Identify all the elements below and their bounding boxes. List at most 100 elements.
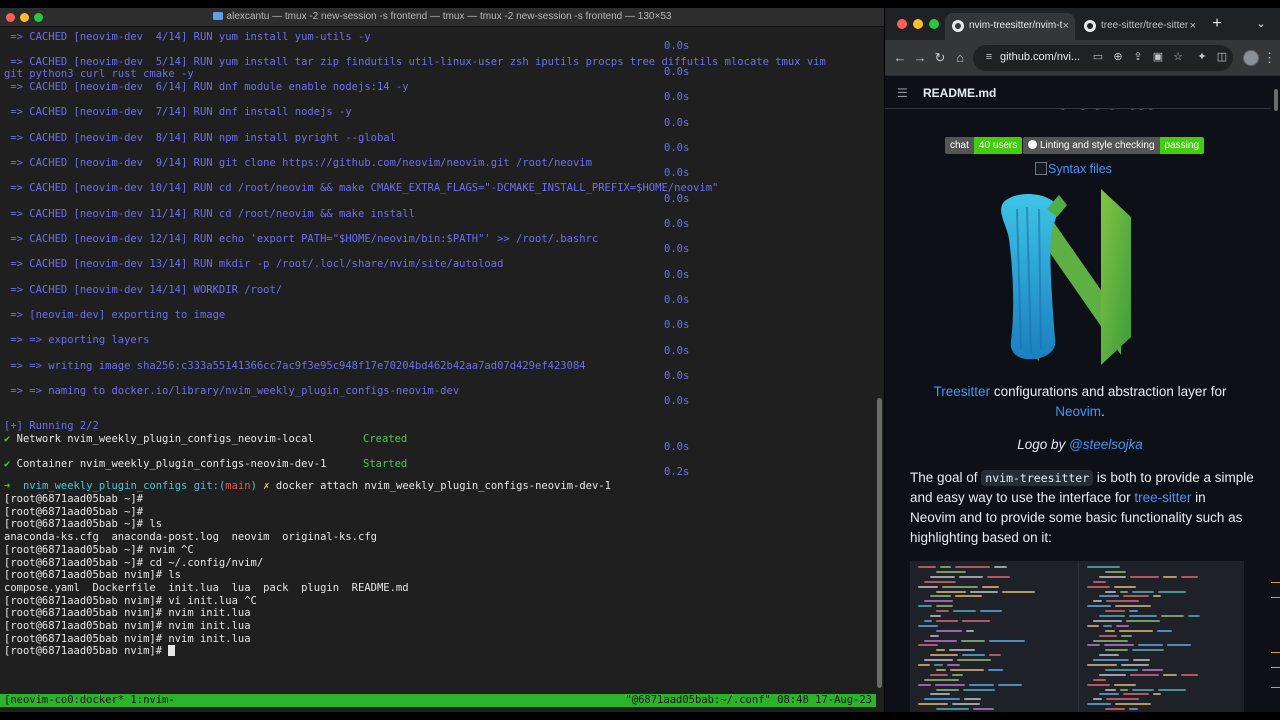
build-line: => [neovim-dev] exporting to image — [4, 309, 226, 321]
url-text[interactable]: github.com/nvi... — [1000, 51, 1080, 63]
build-line: => CACHED [neovim-dev 13/14] RUN mkdir -… — [4, 258, 504, 270]
browser-window[interactable]: nvim-treesitter/nvim-t × tree-sitter/tre… — [885, 8, 1280, 712]
extensions-icon[interactable]: ✦ — [1195, 50, 1209, 64]
shell-line: [root@6871aad05bab nvim]# nvim init.lua — [4, 633, 251, 646]
code-token — [1105, 688, 1116, 691]
code-token — [1093, 580, 1106, 583]
code-token — [1126, 619, 1160, 622]
readme-title: README.md — [923, 86, 997, 100]
treesitter-link[interactable]: Treesitter — [934, 384, 991, 399]
build-line: => CACHED [neovim-dev 4/14] RUN yum inst… — [4, 31, 371, 43]
build-time: 0.0s — [664, 395, 690, 407]
close-tab-icon[interactable]: × — [1190, 13, 1196, 39]
container-text: Container nvim_weekly_plugin_configs-neo… — [10, 458, 327, 470]
code-token — [1142, 668, 1163, 671]
shell-line: [root@6871aad05bab ~]# cd ~/.config/nvim… — [4, 557, 263, 570]
code-token — [1099, 693, 1119, 696]
build-line: => CACHED [neovim-dev 9/14] RUN git clon… — [4, 157, 592, 169]
tree-sitter-link[interactable]: tree-sitter — [1134, 490, 1191, 505]
container-time: 0.2s — [664, 466, 690, 478]
code-token — [1181, 673, 1198, 676]
code-token — [1106, 600, 1139, 603]
code-token — [1104, 644, 1134, 647]
install-icon[interactable]: ▣ — [1151, 50, 1165, 64]
tab-search-icon[interactable]: ⌄ — [1251, 14, 1271, 34]
profile-avatar[interactable] — [1243, 50, 1259, 66]
network-line: ✔ Network nvim_weekly_plugin_configs_neo… — [4, 433, 407, 446]
terminal-output[interactable]: => CACHED [neovim-dev 4/14] RUN yum inst… — [0, 28, 874, 694]
tab-strip[interactable]: nvim-treesitter/nvim-t × tree-sitter/tre… — [885, 8, 1280, 40]
tab-nvim-treesitter[interactable]: nvim-treesitter/nvim-t × — [945, 13, 1075, 40]
code-token — [1093, 619, 1122, 622]
terminal-window[interactable]: alexcantu — tmux -2 new-session -s front… — [0, 8, 884, 712]
home-icon[interactable]: ⌂ — [951, 49, 969, 67]
close-tab-icon[interactable]: × — [1063, 13, 1069, 39]
new-tab-button[interactable]: + — [1207, 14, 1227, 34]
maximize-window-button[interactable] — [929, 19, 939, 29]
code-token — [959, 575, 983, 578]
chat-badge[interactable]: chat 40 users — [945, 137, 1023, 154]
syntax-files-link[interactable]: Syntax files — [1035, 162, 1112, 176]
code-token — [936, 629, 962, 632]
minimize-window-button[interactable] — [913, 19, 923, 29]
code-token — [998, 683, 1022, 686]
back-icon[interactable]: ← — [891, 49, 909, 67]
shell-line-text: anaconda-ks.cfg anaconda-post.log neovim… — [4, 531, 377, 544]
badge-value: passing — [1159, 137, 1204, 154]
code-token — [989, 639, 1025, 642]
code-token — [989, 654, 1001, 657]
code-token — [936, 570, 966, 573]
menu-icon[interactable]: ⋮ — [1263, 49, 1276, 67]
code-token — [924, 678, 959, 681]
code-token — [1129, 708, 1138, 711]
build-time: 0.0s — [664, 269, 690, 281]
terminal-scrollbar[interactable] — [876, 28, 884, 694]
bookmark-star-icon[interactable]: ☆ — [1171, 50, 1185, 64]
shell-line-text: [root@6871aad05bab nvim]# nvim init.lua — [4, 607, 251, 620]
code-token — [1115, 703, 1151, 706]
code-token — [936, 590, 966, 593]
side-panel-icon[interactable]: ◫ — [1215, 50, 1229, 64]
code-token — [994, 566, 1007, 568]
build-time: 0.0s — [664, 319, 690, 331]
prompt-command: docker attach nvim_weekly_plugin_configs… — [275, 480, 611, 492]
neovim-link[interactable]: Neovim — [1055, 404, 1101, 419]
shell-line-text: [root@6871aad05bab ~]# cd ~/.config/nvim… — [4, 556, 264, 569]
close-window-button[interactable] — [897, 19, 907, 29]
build-line: => => writing image sha256:c333a55141366… — [4, 360, 586, 372]
code-token — [1099, 654, 1119, 657]
page-scroll-thumb[interactable] — [1274, 89, 1278, 111]
terminal-scroll-thumb[interactable] — [877, 398, 882, 688]
build-line: => => exporting layers — [4, 334, 150, 346]
code-token — [953, 610, 976, 613]
code-token — [930, 693, 950, 696]
site-info-icon[interactable]: ≡ — [982, 50, 996, 64]
goal-paragraph: The goal of nvim-treesitter is both to p… — [910, 468, 1255, 548]
tab-tree-sitter[interactable]: tree-sitter/tree-sitter × — [1077, 13, 1202, 40]
terminal-titlebar[interactable]: alexcantu — tmux -2 new-session -s front… — [0, 8, 884, 27]
lint-badge[interactable]: Linting and style checking passing — [1023, 137, 1204, 154]
shell-line-text: [root@6871aad05bab nvim]# nvim init.lua — [4, 620, 251, 632]
shell-line-text: [root@6871aad05bab ~]# ls — [4, 518, 163, 531]
code-token — [963, 688, 995, 691]
code-token — [936, 610, 949, 613]
forward-icon[interactable]: → — [911, 49, 929, 67]
address-bar[interactable]: ≡ github.com/nvi... ▭ ⊕ ⇪ ▣ ☆ ✦ ◫ — [973, 45, 1233, 71]
code-token — [1087, 644, 1100, 647]
tmux-session-window[interactable]: [neovim-co0:docker* 1:nvim- — [4, 694, 175, 707]
share-icon[interactable]: ⇪ — [1131, 50, 1145, 64]
code-token — [1105, 629, 1115, 632]
build-line: => CACHED [neovim-dev 8/14] RUN npm inst… — [4, 132, 396, 144]
table-of-contents-icon[interactable]: ☰ — [897, 86, 911, 100]
code-token — [936, 708, 969, 711]
cast-icon[interactable]: ▭ — [1091, 50, 1105, 64]
reload-icon[interactable]: ↻ — [931, 49, 949, 67]
logo-credit: Logo by @steelsojka — [910, 435, 1250, 455]
page-scrollbar[interactable] — [1271, 77, 1280, 712]
code-token — [930, 615, 941, 617]
badge-label: Linting and style checking — [1040, 140, 1155, 151]
zoom-icon[interactable]: ⊕ — [1111, 50, 1125, 64]
steelsojka-link[interactable]: @steelsojka — [1069, 437, 1143, 452]
code-token — [1087, 585, 1110, 588]
shell-line: [root@6871aad05bab ~]# — [4, 506, 143, 519]
